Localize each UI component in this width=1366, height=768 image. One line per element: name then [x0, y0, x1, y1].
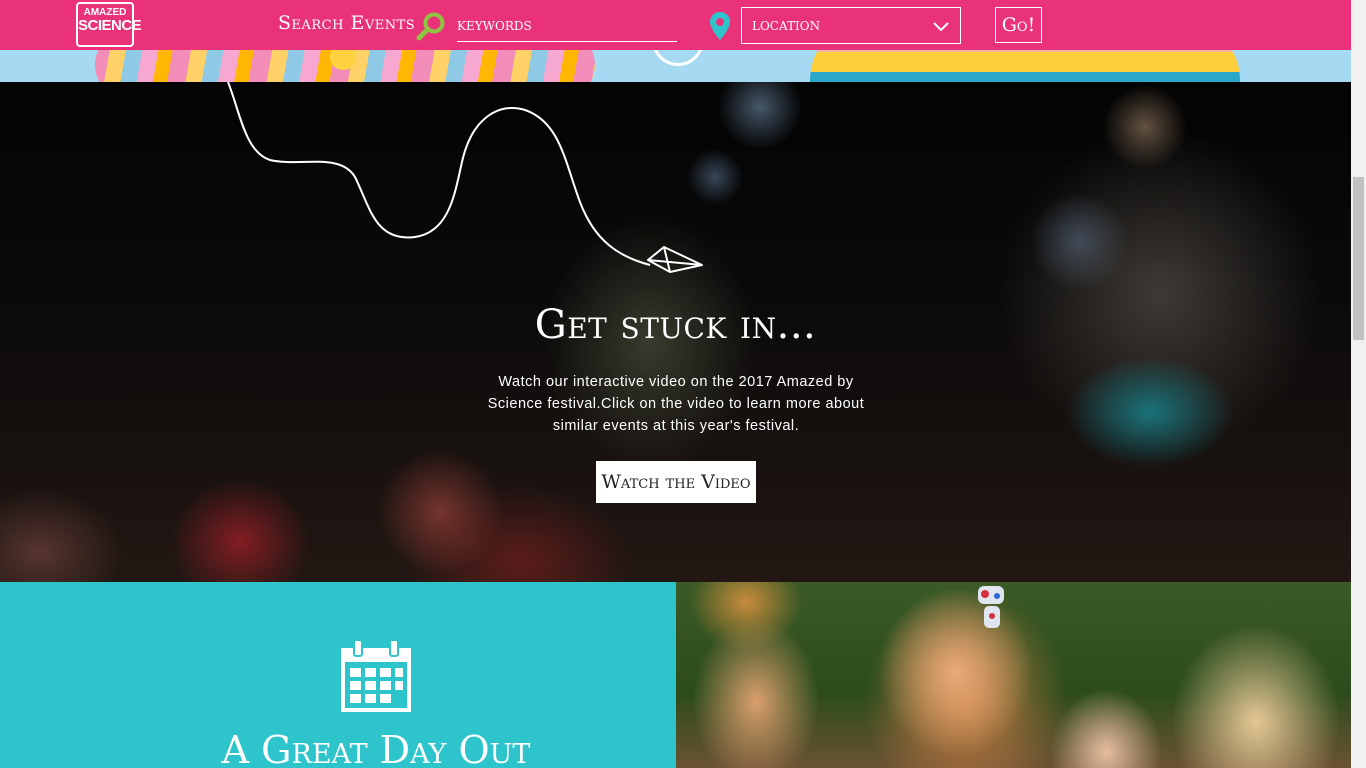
video-promo-section: Get stuck in... Watch our interactive vi… — [0, 82, 1351, 582]
keywords-input[interactable] — [457, 8, 677, 42]
chevron-down-icon — [933, 22, 949, 32]
location-pin-icon — [710, 12, 730, 40]
page-scrollbar[interactable] — [1351, 0, 1366, 768]
location-select[interactable]: location — [741, 7, 961, 44]
search-icon[interactable] — [416, 11, 446, 41]
go-button[interactable]: Go! — [995, 7, 1042, 43]
hair-bow-decoration — [978, 586, 1004, 628]
location-select-value: location — [752, 15, 821, 35]
search-header-bar: AMAZED SCIENCE Search Events location Go… — [0, 0, 1351, 50]
scrollbar-thumb[interactable] — [1353, 177, 1364, 340]
great-day-out-panel: A Great Day Out — [0, 582, 676, 768]
calendar-icon — [341, 640, 411, 712]
site-logo[interactable]: AMAZED SCIENCE — [76, 2, 142, 47]
search-events-label: Search Events — [278, 12, 416, 34]
paper-plane-icon — [227, 82, 703, 273]
watch-video-button[interactable]: Watch the Video — [596, 461, 756, 503]
section-title: Get stuck in... — [534, 302, 817, 348]
children-photo — [676, 582, 1351, 768]
section-description: Watch our interactive video on the 2017 … — [487, 374, 865, 434]
great-day-out-title: A Great Day Out — [221, 728, 531, 768]
